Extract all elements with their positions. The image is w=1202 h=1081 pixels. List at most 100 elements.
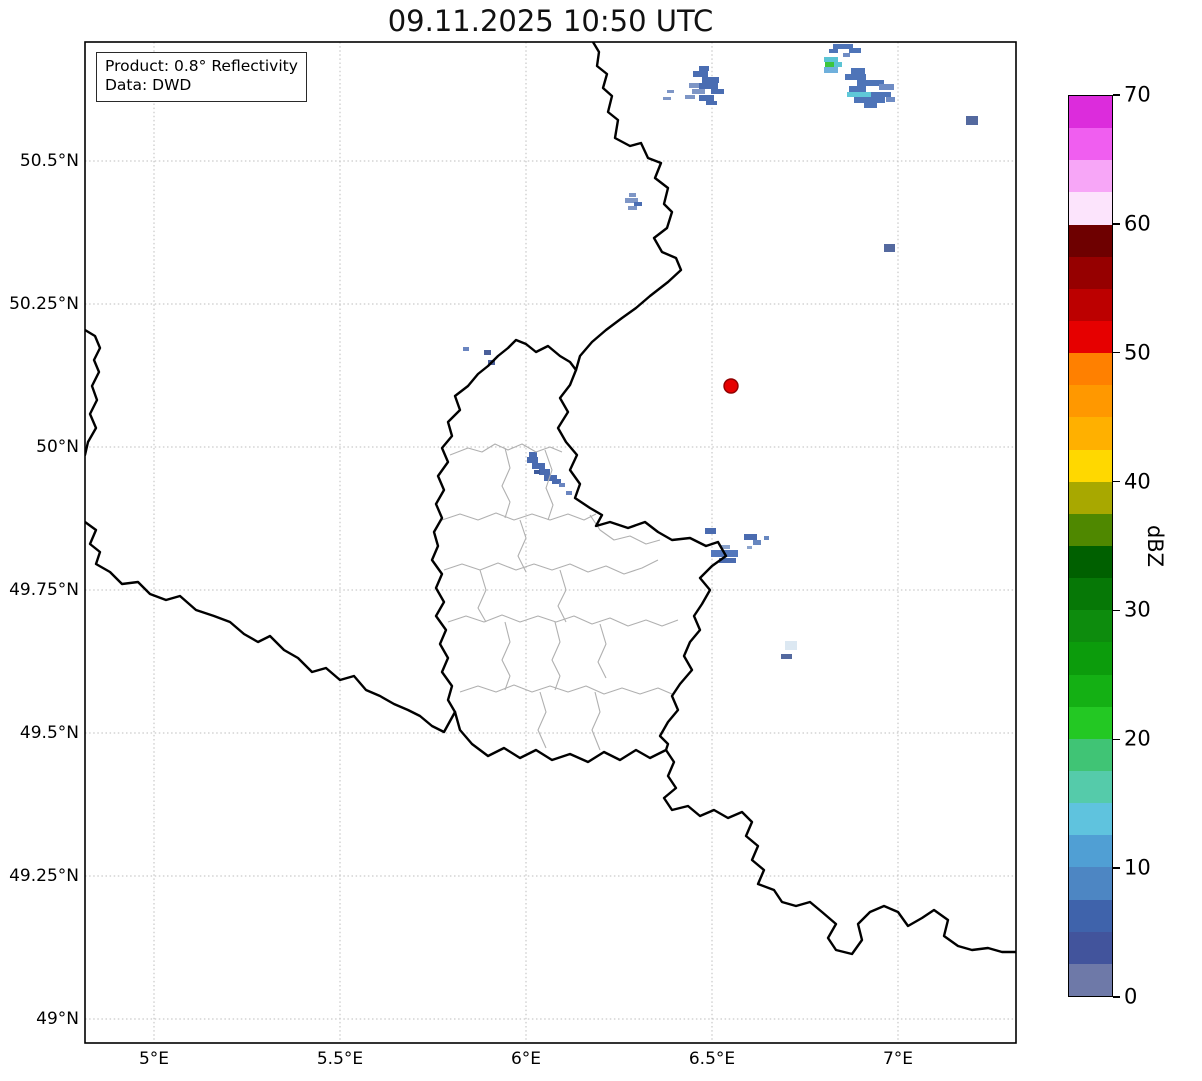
- colorbar-tick-label: 70: [1124, 83, 1151, 107]
- radar-echo-pixel: [629, 193, 636, 197]
- radar-echo-pixel: [539, 469, 550, 475]
- colorbar-tick-mark: [1113, 481, 1120, 482]
- radar-echo-pixel: [966, 116, 978, 125]
- radar-echo-pixel: [628, 206, 637, 210]
- colorbar-tick-mark: [1113, 94, 1120, 95]
- admin-boundary-line: [442, 513, 596, 520]
- radar-echo-pixel: [663, 97, 671, 100]
- y-tick-label: 50.5°N: [0, 151, 79, 171]
- admin-boundary-line: [538, 692, 546, 748]
- colorbar-segment: [1069, 514, 1112, 546]
- admin-boundary-line: [558, 570, 566, 622]
- colorbar-segment: [1069, 321, 1112, 353]
- colorbar-segment: [1069, 610, 1112, 642]
- colorbar-segment: [1069, 289, 1112, 321]
- admin-boundary-line: [502, 622, 510, 690]
- colorbar-tick-mark: [1113, 867, 1120, 868]
- radar-echo-pixel: [692, 89, 705, 94]
- radar-echo-pixel: [843, 53, 850, 57]
- graticule-gridlines: [85, 42, 1016, 1043]
- colorbar-tick-label: 30: [1124, 598, 1151, 622]
- radar-echo-pixel: [747, 546, 752, 549]
- radar-echo-pixel: [527, 457, 538, 463]
- radar-echo-pixel: [484, 350, 491, 355]
- radar-echo-pixel: [864, 103, 877, 108]
- radar-echoes: [463, 44, 978, 659]
- colorbar-tick-mark: [1113, 610, 1120, 611]
- admin-boundary-line: [460, 685, 672, 694]
- radar-echo-pixel: [884, 244, 895, 252]
- radar-echo-pixel: [711, 89, 724, 94]
- colorbar-segment: [1069, 385, 1112, 417]
- x-tick-label: 5.5°E: [317, 1049, 363, 1069]
- colorbar-segment: [1069, 803, 1112, 835]
- colorbar-segment: [1069, 739, 1112, 771]
- colorbar-segment: [1069, 932, 1112, 964]
- product-info-box: Product: 0.8° Reflectivity Data: DWD: [96, 52, 307, 102]
- map-canvas: [0, 0, 1202, 1081]
- radar-echo-pixel: [744, 534, 757, 540]
- national-border-line: [85, 522, 455, 732]
- colorbar-tick-mark: [1113, 352, 1120, 353]
- radar-echo-pixel: [689, 83, 700, 88]
- colorbar-tick-label: 10: [1124, 856, 1151, 880]
- admin-boundary-line: [478, 570, 486, 622]
- product-label: Product: 0.8° Reflectivity: [105, 57, 298, 76]
- radar-echo-pixel: [699, 83, 718, 89]
- colorbar-segment: [1069, 225, 1112, 257]
- radar-echo-pixel: [463, 347, 469, 351]
- colorbar-segment: [1069, 642, 1112, 674]
- admin-boundary-line: [444, 560, 658, 574]
- colorbar-unit-label: dBZ: [1143, 525, 1167, 567]
- colorbar-segment: [1069, 417, 1112, 449]
- radar-echo-pixel: [825, 62, 834, 67]
- radar-site-marker: [724, 379, 738, 393]
- radar-echo-pixel: [705, 528, 716, 534]
- radar-echo-pixel: [534, 470, 540, 474]
- radar-echo-pixel: [702, 77, 719, 83]
- radar-echo-pixel: [781, 654, 792, 659]
- colorbar-segment: [1069, 96, 1112, 128]
- colorbar-tick-mark: [1113, 996, 1120, 997]
- radar-echo-pixel: [847, 92, 872, 97]
- colorbar-segment: [1069, 192, 1112, 224]
- data-source-label: Data: DWD: [105, 76, 298, 95]
- colorbar-tick-label: 20: [1124, 727, 1151, 751]
- colorbar-tick-label: 40: [1124, 469, 1151, 493]
- radar-echo-pixel: [706, 101, 717, 105]
- radar-echo-pixel: [699, 66, 709, 71]
- colorbar-segment: [1069, 578, 1112, 610]
- colorbar-segment: [1069, 546, 1112, 578]
- radar-echo-pixel: [851, 68, 865, 74]
- radar-echo-pixel: [824, 57, 838, 62]
- admin-boundary-line: [598, 624, 606, 678]
- radar-echo-pixel: [685, 95, 695, 99]
- colorbar-tick-mark: [1113, 223, 1120, 224]
- radar-echo-pixel: [699, 95, 714, 101]
- admin-boundaries: [442, 444, 678, 750]
- colorbar-tick-label: 0: [1124, 985, 1137, 1009]
- radar-echo-pixel: [871, 92, 891, 97]
- radar-echo-pixel: [829, 49, 838, 53]
- radar-echo-pixel: [532, 463, 545, 469]
- admin-boundary-line: [592, 692, 600, 750]
- colorbar-segment: [1069, 675, 1112, 707]
- y-tick-label: 50°N: [0, 437, 79, 457]
- admin-boundary-line: [552, 622, 560, 690]
- radar-echo-pixel: [849, 86, 866, 92]
- radar-figure: 09.11.2025 10:50 UTC Product: 0.8° Refle…: [0, 0, 1202, 1081]
- y-tick-label: 49.5°N: [0, 723, 79, 743]
- radar-echo-pixel: [886, 97, 895, 102]
- y-tick-label: 49.75°N: [0, 580, 79, 600]
- radar-echo-pixel: [764, 536, 769, 540]
- colorbar-segment: [1069, 900, 1112, 932]
- radar-echo-pixel: [634, 202, 642, 206]
- x-tick-label: 6°E: [511, 1049, 541, 1069]
- radar-echo-pixel: [529, 452, 537, 457]
- y-tick-label: 49°N: [0, 1009, 79, 1029]
- colorbar-segment: [1069, 771, 1112, 803]
- radar-echo-pixel: [566, 491, 572, 495]
- colorbar-tick-label: 50: [1124, 340, 1151, 364]
- colorbar-segment: [1069, 835, 1112, 867]
- radar-echo-pixel: [849, 48, 861, 53]
